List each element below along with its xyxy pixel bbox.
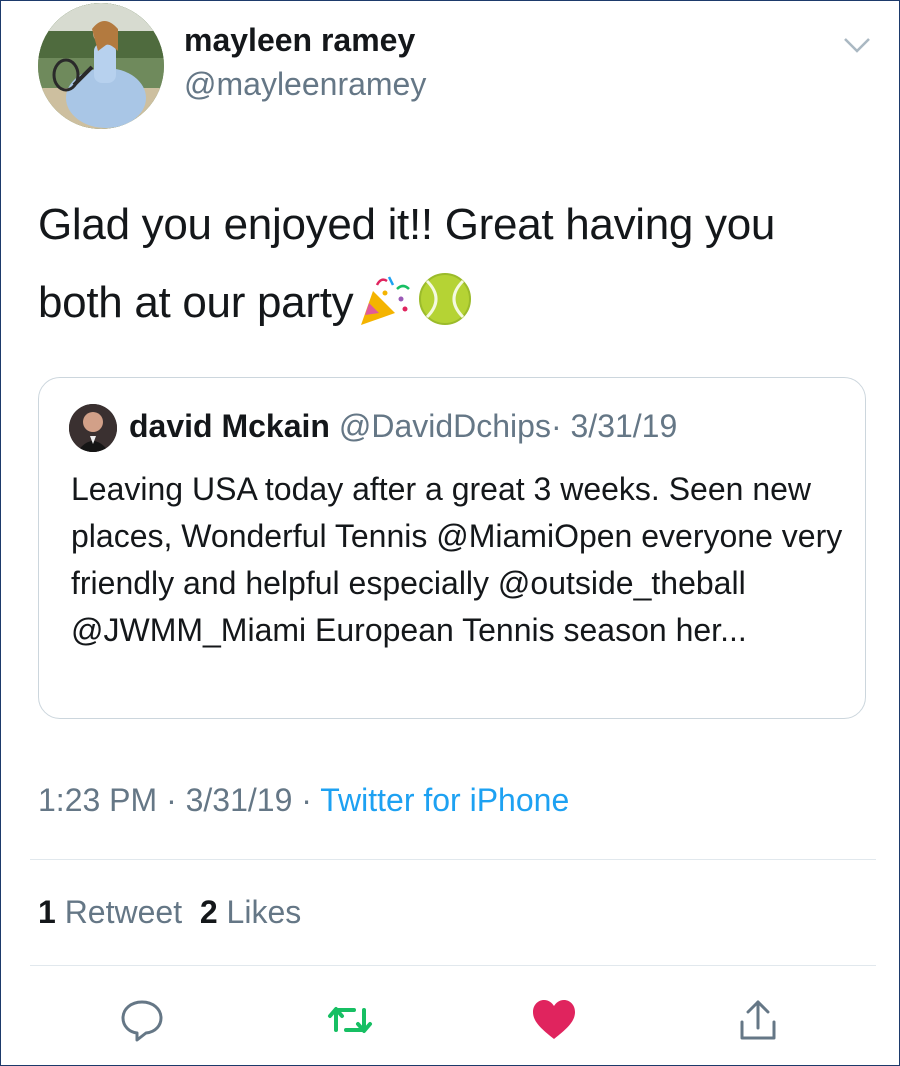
tweet-meta: 1:23 PM · 3/31/19 · Twitter for iPhone (38, 782, 569, 819)
tweet-date: 3/31/19 (185, 782, 293, 818)
author-handle[interactable]: @mayleenramey (184, 66, 426, 103)
quoted-author-name: david Mckain (129, 408, 330, 444)
likes-stat[interactable]: 2 Likes (200, 894, 301, 930)
divider-bottom (30, 965, 876, 966)
quoted-date: 3/31/19 (570, 408, 678, 444)
quoted-tweet-card[interactable]: david Mckain @DavidDchips· 3/31/19 Leavi… (38, 377, 866, 719)
author-avatar[interactable] (38, 3, 164, 129)
tweet-text: Glad you enjoyed it!! Great having you b… (38, 186, 868, 342)
chevron-down-icon[interactable] (842, 34, 872, 56)
share-icon[interactable] (734, 996, 782, 1044)
party-popper-icon (361, 276, 411, 326)
quoted-tweet-text: Leaving USA today after a great 3 weeks.… (71, 471, 843, 648)
quoted-avatar-image (69, 404, 117, 452)
likes-count: 2 (199, 894, 218, 930)
tweet-time: 1:23 PM (38, 782, 158, 818)
retweet-icon[interactable] (326, 996, 374, 1044)
retweets-count: 1 (38, 894, 56, 930)
divider-top (30, 859, 876, 860)
tweet-source-link[interactable]: Twitter for iPhone (320, 782, 569, 818)
likes-label: Likes (226, 894, 302, 930)
tweet-stats: 1 Retweet 2 Likes (38, 894, 301, 931)
author-avatar-image (38, 3, 164, 129)
reply-icon[interactable] (118, 996, 166, 1044)
retweets-label: Retweet (64, 894, 183, 930)
like-icon[interactable] (530, 996, 578, 1044)
quoted-author-handle: @DavidDchips (338, 408, 551, 444)
quoted-tweet-header: david Mckain @DavidDchips· 3/31/19 (129, 408, 677, 445)
meta-separator-1: · (166, 782, 177, 818)
quoted-author-avatar[interactable] (69, 404, 117, 452)
quoted-separator: · (550, 408, 562, 444)
meta-separator-2: · (301, 782, 312, 818)
retweets-stat[interactable]: 1 Retweet (38, 894, 182, 930)
tennis-ball-icon (419, 273, 472, 326)
author-name[interactable]: mayleen ramey (184, 22, 415, 59)
